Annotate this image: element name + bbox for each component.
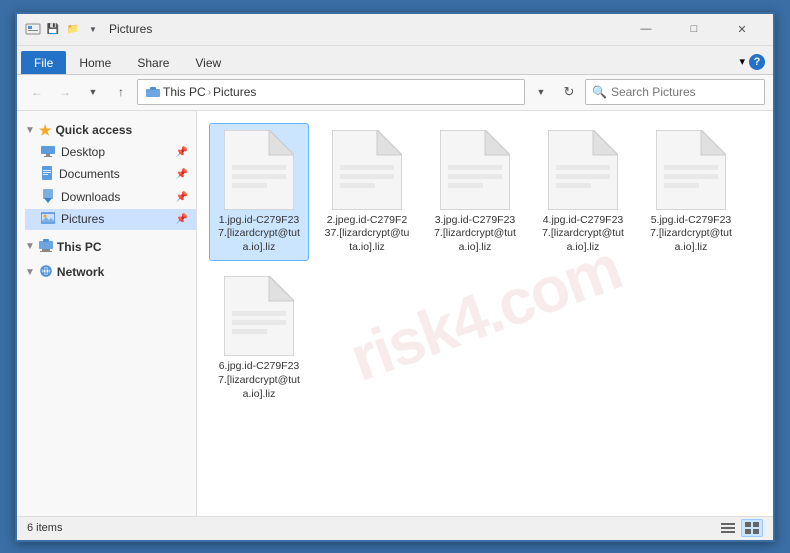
path-pictures[interactable]: Pictures — [213, 85, 256, 99]
quickaccess-star-icon: ★ — [39, 122, 52, 139]
sidebar-item-documents-label: Documents — [59, 167, 120, 181]
view-buttons — [717, 519, 763, 537]
file-icon — [656, 130, 726, 210]
ribbon-expand[interactable]: ▾ ? — [731, 50, 773, 75]
file-item[interactable]: 1.jpg.id-C279F237.[lizardcrypt@tuta.io].… — [209, 123, 309, 262]
status-bar: 6 items — [17, 516, 773, 540]
search-icon: 🔍 — [592, 85, 607, 99]
quickaccess-children: Desktop 📌 Documents 📌 — [17, 142, 196, 230]
qat-chevron[interactable]: ▼ — [85, 21, 101, 37]
file-grid: 1.jpg.id-C279F237.[lizardcrypt@tuta.io].… — [205, 119, 765, 413]
pictures-icon — [41, 212, 55, 227]
documents-icon — [41, 166, 53, 183]
tab-file[interactable]: File — [21, 51, 66, 74]
file-icon — [224, 130, 294, 210]
view-list-btn[interactable] — [717, 519, 739, 537]
sidebar-section-network[interactable]: ▼ Network — [17, 262, 196, 283]
file-name: 3.jpg.id-C279F237.[lizardcrypt@tuta.io].… — [432, 214, 518, 255]
file-area: risk4.com 1.jpg.id-C279F237.[lizardcrypt… — [197, 111, 773, 516]
path-dropdown[interactable]: ▼ — [529, 80, 553, 104]
sidebar-item-downloads[interactable]: Downloads 📌 — [25, 186, 196, 209]
maximize-button[interactable]: □ — [671, 13, 717, 45]
file-item[interactable]: 5.jpg.id-C279F237.[lizardcrypt@tuta.io].… — [641, 123, 741, 262]
sidebar-item-documents[interactable]: Documents 📌 — [25, 163, 196, 186]
path-chevron-1: › — [208, 87, 211, 98]
pin-dl-icon: 📌 — [176, 192, 188, 203]
sidebar-thispc-label: This PC — [57, 240, 102, 254]
sidebar-item-pictures-label: Pictures — [61, 212, 104, 226]
qat-folder[interactable]: 📁 — [65, 21, 81, 37]
path-thispc[interactable]: This PC — [146, 85, 206, 99]
file-item[interactable]: 6.jpg.id-C279F237.[lizardcrypt@tuta.io].… — [209, 269, 309, 408]
file-item[interactable]: 3.jpg.id-C279F237.[lizardcrypt@tuta.io].… — [425, 123, 525, 262]
ribbon-tabs: File Home Share View ▾ ? — [17, 46, 773, 74]
sidebar-item-desktop[interactable]: Desktop 📌 — [25, 142, 196, 163]
tab-share[interactable]: Share — [124, 51, 182, 74]
sidebar-item-pictures[interactable]: Pictures 📌 — [25, 209, 196, 230]
up-button[interactable]: ↑ — [109, 80, 133, 104]
title-bar-icons: 💾 📁 ▼ — [25, 21, 101, 37]
window-controls: — □ ✕ — [623, 13, 765, 45]
explorer-window: 💾 📁 ▼ Pictures — □ ✕ File Home Share Vie… — [15, 12, 775, 542]
forward-button[interactable]: → — [53, 80, 77, 104]
refresh-button[interactable]: ↻ — [557, 80, 581, 104]
sidebar-item-downloads-label: Downloads — [61, 190, 120, 204]
file-icon — [224, 276, 294, 356]
address-path[interactable]: This PC › Pictures — [137, 79, 525, 105]
tab-view[interactable]: View — [182, 51, 234, 74]
view-large-icons-btn[interactable] — [741, 519, 763, 537]
sidebar-section-thispc[interactable]: ▼ This PC — [17, 236, 196, 258]
search-input[interactable] — [611, 85, 758, 99]
downloads-icon — [41, 189, 55, 206]
sidebar-item-desktop-label: Desktop — [61, 145, 105, 159]
back-button[interactable]: ← — [25, 80, 49, 104]
ribbon: File Home Share View ▾ ? — [17, 46, 773, 75]
recent-button[interactable]: ▼ — [81, 80, 105, 104]
thispc-icon — [39, 239, 53, 255]
qat-icon-1[interactable] — [25, 21, 41, 37]
pin-desktop-icon: 📌 — [176, 147, 188, 158]
qat-save[interactable]: 💾 — [45, 21, 61, 37]
pin-docs-icon: 📌 — [176, 169, 188, 180]
main-content: ▼ ★ Quick access Desktop 📌 — [17, 111, 773, 516]
pin-pictures-icon: 📌 — [176, 214, 188, 225]
sidebar: ▼ ★ Quick access Desktop 📌 — [17, 111, 197, 516]
window-title: Pictures — [109, 22, 623, 36]
file-name: 5.jpg.id-C279F237.[lizardcrypt@tuta.io].… — [648, 214, 734, 255]
tab-home[interactable]: Home — [66, 51, 124, 74]
title-bar: 💾 📁 ▼ Pictures — □ ✕ — [17, 14, 773, 46]
file-name: 2.jpeg.id-C279F237.[lizardcrypt@tuta.io]… — [324, 214, 410, 255]
minimize-button[interactable]: — — [623, 13, 669, 45]
address-bar: ← → ▼ ↑ This PC › Pictures ▼ ↻ 🔍 — [17, 75, 773, 111]
file-name: 4.jpg.id-C279F237.[lizardcrypt@tuta.io].… — [540, 214, 626, 255]
network-icon — [39, 265, 53, 280]
close-button[interactable]: ✕ — [719, 13, 765, 45]
file-icon — [548, 130, 618, 210]
file-icon — [440, 130, 510, 210]
file-name: 1.jpg.id-C279F237.[lizardcrypt@tuta.io].… — [216, 214, 302, 255]
quickaccess-label: Quick access — [55, 123, 132, 137]
file-item[interactable]: 4.jpg.id-C279F237.[lizardcrypt@tuta.io].… — [533, 123, 633, 262]
sidebar-section-quickaccess[interactable]: ▼ ★ Quick access — [17, 119, 196, 142]
file-name: 6.jpg.id-C279F237.[lizardcrypt@tuta.io].… — [216, 360, 302, 401]
item-count: 6 items — [27, 522, 62, 534]
desktop-icon — [41, 145, 55, 160]
sidebar-network-label: Network — [57, 265, 104, 279]
file-icon — [332, 130, 402, 210]
search-box: 🔍 — [585, 79, 765, 105]
file-item[interactable]: 2.jpeg.id-C279F237.[lizardcrypt@tuta.io]… — [317, 123, 417, 262]
